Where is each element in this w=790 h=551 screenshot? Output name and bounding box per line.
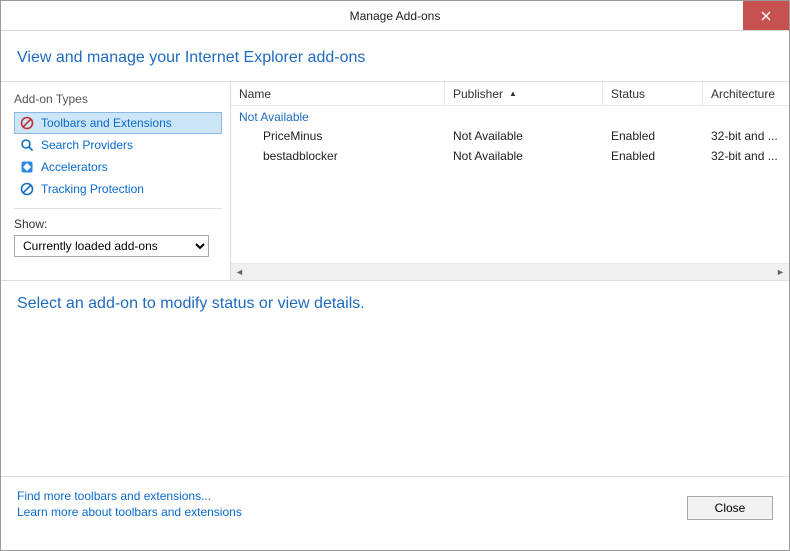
detail-panel: Select an add-on to modify status or vie… — [1, 280, 789, 476]
titlebar: Manage Add-ons — [1, 1, 789, 31]
sidebar-item-label: Search Providers — [41, 138, 133, 152]
divider — [14, 208, 222, 209]
cell-name: bestadblocker — [231, 149, 445, 163]
column-header-name[interactable]: Name — [231, 82, 445, 105]
table-row[interactable]: bestadblocker Not Available Enabled 32-b… — [231, 146, 789, 166]
find-more-link[interactable]: Find more toolbars and extensions... — [17, 489, 242, 503]
sidebar-item-label: Tracking Protection — [41, 182, 144, 196]
cell-architecture: 32-bit and ... — [703, 149, 789, 163]
table-row[interactable]: PriceMinus Not Available Enabled 32-bit … — [231, 126, 789, 146]
scroll-left-button[interactable]: ◄ — [231, 264, 248, 281]
main-panel: Name Publisher▲ Status Architecture Not … — [231, 82, 789, 280]
horizontal-scrollbar[interactable]: ◄ ► — [231, 263, 789, 280]
scroll-right-button[interactable]: ► — [772, 264, 789, 281]
grid-body: Not Available PriceMinus Not Available E… — [231, 106, 789, 261]
column-header-architecture[interactable]: Architecture — [703, 82, 789, 105]
sort-ascending-icon: ▲ — [509, 89, 517, 98]
column-header-publisher[interactable]: Publisher▲ — [445, 82, 603, 105]
prohibit-icon — [19, 181, 35, 197]
sidebar: Add-on Types Toolbars and Extensions Sea… — [1, 82, 231, 280]
prohibit-icon — [19, 115, 35, 131]
cell-publisher: Not Available — [445, 149, 603, 163]
sidebar-heading: Add-on Types — [14, 92, 222, 106]
header: View and manage your Internet Explorer a… — [1, 31, 789, 81]
sidebar-item-accelerators[interactable]: Accelerators — [14, 156, 222, 178]
close-button[interactable]: Close — [687, 496, 773, 520]
scroll-track[interactable] — [248, 264, 772, 281]
cell-name: PriceMinus — [231, 129, 445, 143]
footer-links: Find more toolbars and extensions... Lea… — [17, 489, 242, 519]
sidebar-item-label: Accelerators — [41, 160, 108, 174]
learn-more-link[interactable]: Learn more about toolbars and extensions — [17, 505, 242, 519]
detail-prompt: Select an add-on to modify status or vie… — [17, 295, 773, 313]
cell-architecture: 32-bit and ... — [703, 129, 789, 143]
cell-status: Enabled — [603, 129, 703, 143]
show-select[interactable]: Currently loaded add-ons — [14, 235, 209, 257]
body: Add-on Types Toolbars and Extensions Sea… — [1, 82, 789, 280]
cell-publisher: Not Available — [445, 129, 603, 143]
cell-status: Enabled — [603, 149, 703, 163]
footer: Find more toolbars and extensions... Lea… — [1, 476, 789, 530]
group-row[interactable]: Not Available — [231, 106, 789, 126]
column-header-status[interactable]: Status — [603, 82, 703, 105]
sidebar-item-toolbars-extensions[interactable]: Toolbars and Extensions — [14, 112, 222, 134]
page-title: View and manage your Internet Explorer a… — [17, 49, 773, 67]
close-icon — [761, 11, 771, 21]
window-title: Manage Add-ons — [350, 9, 441, 23]
show-label: Show: — [14, 217, 222, 231]
accelerator-icon — [19, 159, 35, 175]
sidebar-item-search-providers[interactable]: Search Providers — [14, 134, 222, 156]
search-icon — [19, 137, 35, 153]
sidebar-item-tracking-protection[interactable]: Tracking Protection — [14, 178, 222, 200]
grid-header: Name Publisher▲ Status Architecture — [231, 82, 789, 106]
sidebar-item-label: Toolbars and Extensions — [41, 116, 172, 130]
close-window-button[interactable] — [743, 1, 789, 30]
